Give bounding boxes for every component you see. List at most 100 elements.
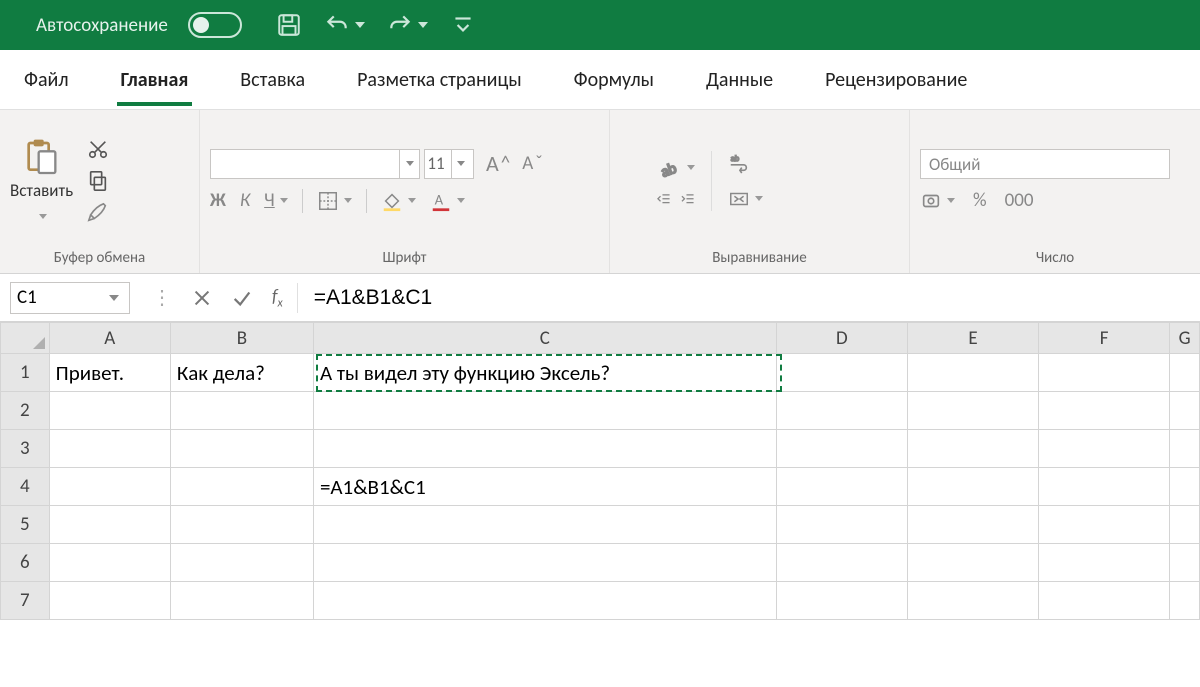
tab-insert[interactable]: Вставка [236, 54, 309, 106]
cell-D6[interactable] [777, 544, 908, 582]
cell-A3[interactable] [50, 430, 171, 468]
cell-B2[interactable] [171, 392, 314, 430]
cell-C3[interactable] [314, 430, 777, 468]
decrease-indent-icon[interactable] [656, 191, 672, 207]
cancel-formula-button[interactable] [182, 274, 222, 321]
cell-G7[interactable] [1170, 582, 1200, 620]
tab-review[interactable]: Рецензирование [821, 54, 971, 106]
cell-B7[interactable] [171, 582, 314, 620]
font-size-select[interactable]: 11 [424, 149, 474, 179]
cell-D5[interactable] [777, 506, 908, 544]
cell-A1[interactable]: Привет. [50, 354, 171, 392]
cell-B5[interactable] [171, 506, 314, 544]
fill-color-button[interactable] [381, 190, 416, 212]
cell-E5[interactable] [908, 506, 1039, 544]
comma-style-button[interactable]: 000 [1005, 189, 1034, 212]
cell-D4[interactable] [777, 468, 908, 506]
column-header-G[interactable]: G [1170, 322, 1200, 354]
cell-E4[interactable] [908, 468, 1039, 506]
decrease-font-button[interactable]: Aˇ [522, 152, 543, 175]
undo-button[interactable] [324, 12, 365, 38]
save-button[interactable] [276, 12, 302, 38]
cell-F3[interactable] [1039, 430, 1170, 468]
cell-F4[interactable] [1039, 468, 1170, 506]
formula-input[interactable] [302, 286, 1200, 310]
row-header-2[interactable]: 2 [0, 392, 50, 430]
cell-B3[interactable] [171, 430, 314, 468]
cell-E7[interactable] [908, 582, 1039, 620]
cell-D1[interactable] [777, 354, 908, 392]
cell-E3[interactable] [908, 430, 1039, 468]
cell-A4[interactable] [50, 468, 171, 506]
cut-icon[interactable] [87, 138, 109, 160]
cell-C4[interactable]: =A1&B1&C1 [314, 468, 777, 506]
percent-button[interactable]: % [973, 189, 987, 212]
cell-C1[interactable]: А ты видел эту функцию Эксель? [314, 354, 777, 392]
cell-F5[interactable] [1039, 506, 1170, 544]
row-header-3[interactable]: 3 [0, 430, 50, 468]
tab-formulas[interactable]: Формулы [570, 54, 658, 106]
column-header-C[interactable]: C [314, 322, 777, 354]
accounting-format-button[interactable] [920, 190, 955, 212]
cell-E2[interactable] [908, 392, 1039, 430]
cell-G4[interactable] [1170, 468, 1200, 506]
cell-F2[interactable] [1039, 392, 1170, 430]
copy-icon[interactable] [87, 170, 109, 192]
format-painter-icon[interactable] [87, 202, 109, 224]
bold-button[interactable]: Ж [210, 189, 226, 212]
enter-formula-button[interactable] [222, 274, 262, 321]
paste-button[interactable]: Вставить [10, 138, 73, 224]
row-header-7[interactable]: 7 [0, 582, 50, 620]
autosave-toggle[interactable] [188, 12, 242, 38]
cell-A2[interactable] [50, 392, 171, 430]
cell-G5[interactable] [1170, 506, 1200, 544]
cell-A6[interactable] [50, 544, 171, 582]
increase-indent-icon[interactable] [680, 191, 696, 207]
row-header-4[interactable]: 4 [0, 468, 50, 506]
italic-button[interactable]: К [240, 189, 250, 212]
font-color-button[interactable]: A [430, 190, 465, 212]
cell-E1[interactable] [908, 354, 1039, 392]
redo-button[interactable] [387, 12, 428, 38]
select-all-corner[interactable] [0, 322, 50, 354]
cell-G6[interactable] [1170, 544, 1200, 582]
merge-button[interactable] [728, 188, 763, 210]
row-header-6[interactable]: 6 [0, 544, 50, 582]
font-name-select[interactable] [210, 149, 420, 179]
column-header-A[interactable]: A [50, 322, 171, 354]
cell-B4[interactable] [171, 468, 314, 506]
column-header-B[interactable]: B [171, 322, 314, 354]
cell-E6[interactable] [908, 544, 1039, 582]
cell-D7[interactable] [777, 582, 908, 620]
insert-function-button[interactable]: fx [262, 285, 293, 311]
cell-C2[interactable] [314, 392, 777, 430]
tab-layout[interactable]: Разметка страницы [353, 54, 526, 106]
cell-G1[interactable] [1170, 354, 1200, 392]
customize-qat-button[interactable] [450, 12, 476, 38]
cell-F6[interactable] [1039, 544, 1170, 582]
column-header-D[interactable]: D [777, 322, 908, 354]
column-header-F[interactable]: F [1039, 322, 1170, 354]
cell-B6[interactable] [171, 544, 314, 582]
cell-A5[interactable] [50, 506, 171, 544]
cell-C6[interactable] [314, 544, 777, 582]
cell-G3[interactable] [1170, 430, 1200, 468]
cell-C7[interactable] [314, 582, 777, 620]
column-header-E[interactable]: E [908, 322, 1039, 354]
tab-data[interactable]: Данные [702, 54, 777, 106]
number-format-select[interactable]: Общий [920, 149, 1170, 179]
cell-G2[interactable] [1170, 392, 1200, 430]
borders-button[interactable] [317, 190, 352, 212]
cell-F7[interactable] [1039, 582, 1170, 620]
cell-C5[interactable] [314, 506, 777, 544]
cell-D3[interactable] [777, 430, 908, 468]
cell-F1[interactable] [1039, 354, 1170, 392]
wrap-text-button[interactable]: ab [728, 152, 763, 174]
cell-A7[interactable] [50, 582, 171, 620]
orientation-button[interactable]: ab [656, 155, 695, 181]
underline-button[interactable]: Ч [264, 189, 288, 212]
name-box-expand-button[interactable]: ⋮ [142, 285, 182, 310]
row-header-1[interactable]: 1 [0, 354, 50, 392]
row-header-5[interactable]: 5 [0, 506, 50, 544]
tab-file[interactable]: Файл [20, 54, 73, 106]
